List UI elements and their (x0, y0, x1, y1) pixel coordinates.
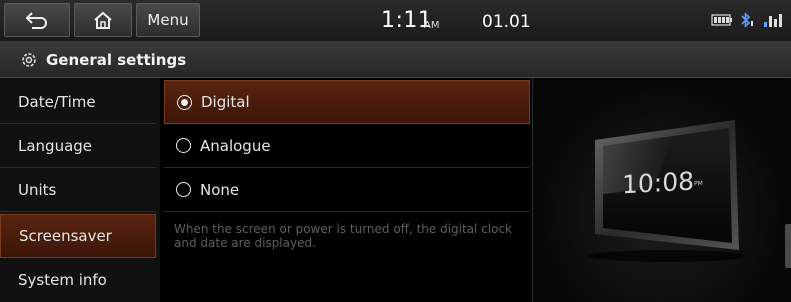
panel-scroll-handle[interactable] (785, 224, 791, 268)
gear-icon (22, 52, 36, 67)
sidebar-item-label: Units (18, 180, 57, 199)
status-icons (711, 12, 783, 28)
sidebar-item-units[interactable]: Units (0, 168, 156, 212)
clock-ampm: AM (424, 20, 440, 31)
option-digital[interactable]: Digital (164, 80, 530, 124)
sidebar-item-system-info[interactable]: System info (0, 258, 156, 302)
signal-icon (764, 14, 782, 27)
back-button[interactable] (4, 3, 70, 37)
screensaver-options: Digital Analogue None When the screen or… (160, 78, 532, 302)
back-icon (25, 12, 47, 29)
home-icon (94, 11, 112, 29)
status-bar: Menu 1:11 AM 01.01 (0, 0, 791, 42)
title-bar: General settings (0, 42, 791, 78)
option-description: When the screen or power is turned off, … (174, 222, 513, 250)
option-none[interactable]: None (164, 168, 530, 212)
radio-selected-icon (177, 94, 192, 110)
sidebar-item-label: Screensaver (19, 227, 112, 245)
screensaver-preview: 10:08 PM (533, 78, 791, 302)
sidebar-item-screensaver[interactable]: Screensaver (0, 214, 156, 258)
page-title: General settings (46, 50, 187, 69)
sidebar-item-date-time[interactable]: Date/Time (0, 80, 156, 124)
bluetooth-icon (741, 12, 753, 28)
sidebar-item-language[interactable]: Language (0, 124, 156, 168)
menu-button[interactable]: Menu (136, 3, 200, 37)
battery-icon (711, 14, 732, 26)
clock-date: 01.01 (482, 12, 531, 32)
home-button[interactable] (74, 3, 132, 37)
sidebar-item-label: Language (18, 136, 93, 155)
sidebar-item-label: Date/Time (18, 92, 96, 111)
preview-time: 10:08 (622, 167, 694, 200)
sidebar-item-label: System info (18, 271, 107, 289)
option-label: None (200, 180, 240, 199)
option-analogue[interactable]: Analogue (164, 124, 530, 168)
settings-sidebar: Date/Time Language Units Screensaver Sys… (0, 78, 160, 302)
option-label: Digital (201, 93, 250, 111)
option-label: Analogue (200, 136, 271, 155)
radio-icon (176, 138, 191, 153)
preview-ampm: PM (694, 180, 703, 187)
clock-preview-image: 10:08 PM (589, 120, 745, 262)
radio-icon (176, 182, 191, 197)
